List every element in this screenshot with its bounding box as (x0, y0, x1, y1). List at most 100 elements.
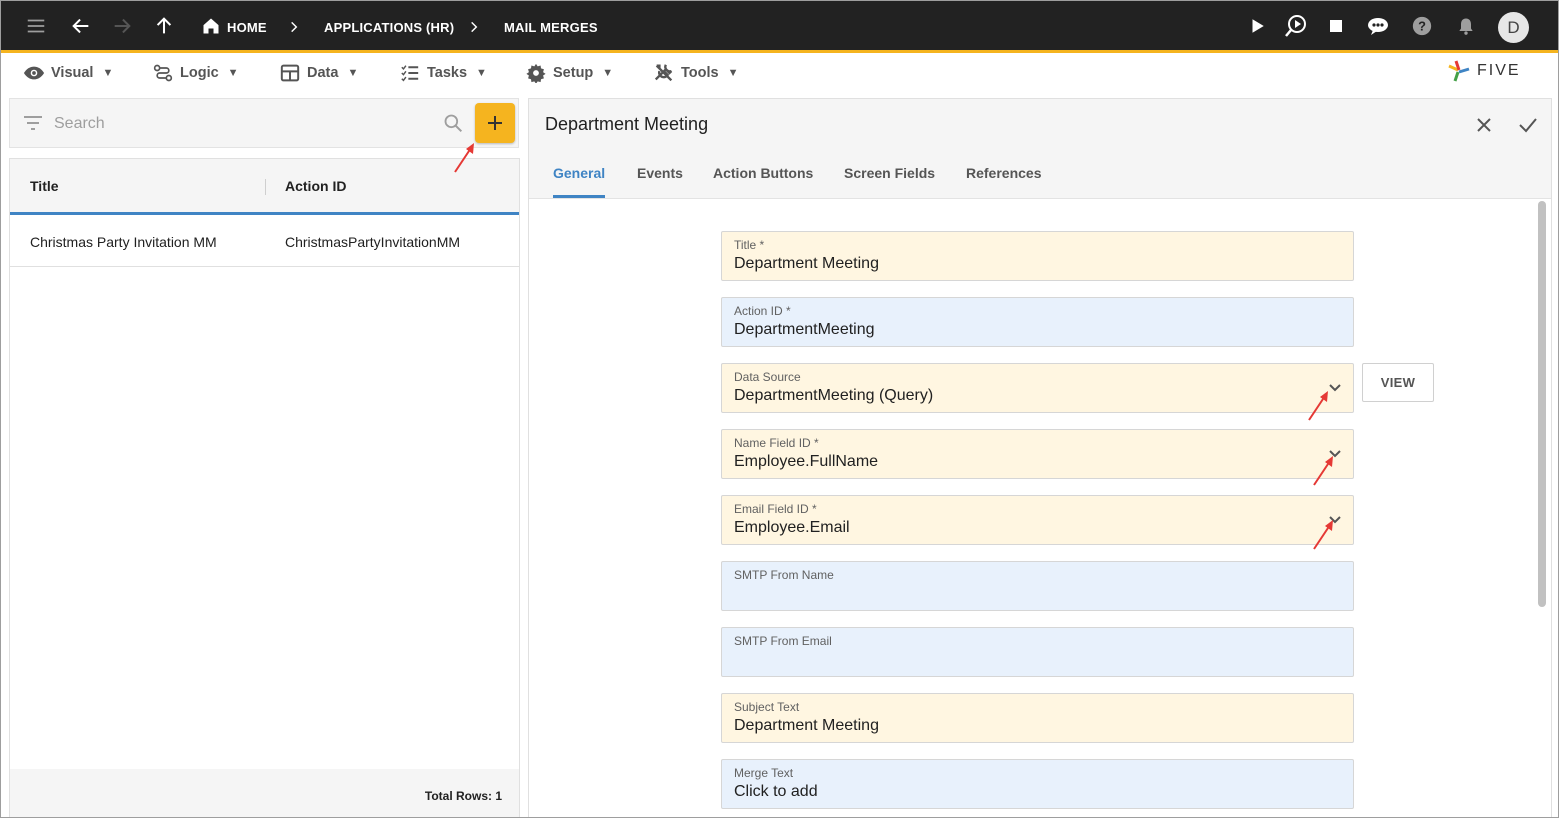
email-field-id-label: Email Field ID * (734, 502, 817, 516)
active-tab-indicator (553, 195, 605, 198)
close-icon[interactable] (1471, 112, 1497, 138)
search-icon[interactable] (443, 113, 463, 138)
play-icon[interactable] (1244, 13, 1270, 39)
name-field-id-select[interactable]: Name Field ID * Employee.FullName (721, 429, 1354, 479)
row-action-id: ChristmasPartyInvitationMM (285, 234, 461, 250)
records-list: Title Action ID Christmas Party Invitati… (9, 158, 520, 817)
data-source-value: DepartmentMeeting (Query) (734, 387, 934, 404)
five-logo-text: FIVE (1477, 62, 1521, 79)
forward-arrow-icon[interactable] (109, 13, 135, 39)
tab-screen-fields[interactable]: Screen Fields (844, 165, 935, 181)
form-scrollbar[interactable] (1538, 201, 1546, 607)
menu-tasks[interactable]: Tasks ▼ (399, 62, 487, 84)
menu-tools-label: Tools (681, 65, 719, 81)
menu-setup-label: Setup (553, 65, 594, 81)
hamburger-menu-icon[interactable] (23, 13, 49, 39)
save-check-icon[interactable] (1515, 112, 1541, 138)
menu-bar: Visual ▼ Logic ▼ Data ▼ Tasks ▼ Setup ▼ … (1, 56, 1558, 90)
menu-logic[interactable]: Logic ▼ (152, 62, 239, 84)
five-logo: FIVE (1447, 59, 1521, 83)
wrench-icon (653, 62, 675, 84)
merge-text-field[interactable]: Merge Text Click to add (721, 759, 1354, 809)
tab-references[interactable]: References (966, 165, 1042, 181)
back-arrow-icon[interactable] (68, 13, 94, 39)
annotation-arrow-icon (454, 143, 474, 173)
menu-logic-label: Logic (180, 65, 219, 81)
gear-icon (525, 62, 547, 84)
menu-data[interactable]: Data ▼ (279, 62, 358, 84)
user-avatar[interactable]: D (1498, 12, 1529, 43)
merge-text-value: Click to add (734, 783, 818, 800)
chat-bot-icon[interactable] (1365, 13, 1391, 39)
smtp-from-email-label: SMTP From Email (734, 634, 832, 648)
caret-down-icon: ▼ (102, 67, 114, 79)
caret-down-icon: ▼ (227, 67, 239, 79)
search-input[interactable] (54, 110, 434, 138)
list-footer: Total Rows: 1 (10, 769, 519, 817)
caret-down-icon: ▼ (347, 67, 359, 79)
form-title: Department Meeting (545, 114, 709, 134)
form-panel: Department Meeting General Events Action… (528, 98, 1552, 817)
smtp-from-email-field[interactable]: SMTP From Email (721, 627, 1354, 677)
help-icon[interactable]: ? (1409, 13, 1435, 39)
data-source-select[interactable]: Data Source DepartmentMeeting (Query) (721, 363, 1354, 413)
list-header: Title Action ID (10, 159, 519, 215)
total-rows: Total Rows: 1 (424, 789, 502, 803)
caret-down-icon: ▼ (602, 67, 614, 79)
eye-icon (23, 62, 45, 84)
tab-general[interactable]: General (553, 165, 605, 181)
plus-icon (488, 116, 502, 130)
column-divider (265, 179, 266, 195)
email-field-id-value: Employee.Email (734, 519, 850, 536)
search-play-icon[interactable] (1283, 13, 1309, 39)
table-row[interactable]: Christmas Party Invitation MM ChristmasP… (10, 218, 519, 267)
chevron-right-icon (464, 17, 484, 37)
svg-text:?: ? (1418, 19, 1426, 34)
annotation-arrow-icon (1313, 456, 1333, 486)
filter-icon[interactable] (23, 114, 43, 137)
view-data-source-button[interactable]: VIEW (1362, 363, 1434, 402)
subject-text-field[interactable]: Subject Text Department Meeting (721, 693, 1354, 743)
form-header: Department Meeting (529, 99, 1551, 149)
name-field-id-label: Name Field ID * (734, 436, 819, 450)
data-source-label: Data Source (734, 370, 801, 384)
subject-text-value: Department Meeting (734, 717, 879, 734)
tab-events[interactable]: Events (637, 165, 683, 181)
menu-data-label: Data (307, 65, 339, 81)
menu-visual[interactable]: Visual ▼ (23, 62, 113, 84)
top-bar: HOME APPLICATIONS (HR) MAIL MERGES ? D (1, 1, 1558, 53)
title-field[interactable]: Title * Department Meeting (721, 231, 1354, 281)
breadcrumb-mail-merges[interactable]: MAIL MERGES (504, 1, 598, 53)
caret-down-icon: ▼ (476, 67, 487, 79)
column-header-title[interactable]: Title (30, 178, 59, 194)
menu-tools[interactable]: Tools ▼ (653, 62, 738, 84)
stop-icon[interactable] (1323, 13, 1349, 39)
action-id-field-label: Action ID * (734, 304, 791, 318)
home-icon[interactable] (198, 13, 224, 39)
table-icon (279, 62, 301, 84)
merge-text-label: Merge Text (734, 766, 794, 780)
smtp-from-name-field[interactable]: SMTP From Name (721, 561, 1354, 611)
notification-bell-icon[interactable] (1453, 13, 1479, 39)
subject-text-label: Subject Text (734, 700, 800, 714)
name-field-id-value: Employee.FullName (734, 453, 879, 470)
column-header-action-id[interactable]: Action ID (285, 178, 346, 194)
menu-tasks-label: Tasks (427, 65, 468, 81)
action-id-field[interactable]: Action ID * DepartmentMeeting (721, 297, 1354, 347)
breadcrumb-home[interactable]: HOME (227, 1, 267, 53)
annotation-arrow-icon (1313, 520, 1333, 550)
email-field-id-select[interactable]: Email Field ID * Employee.Email (721, 495, 1354, 545)
row-title: Christmas Party Invitation MM (30, 234, 217, 250)
add-record-button[interactable] (475, 103, 515, 143)
form-tabs: General Events Action Buttons Screen Fie… (529, 149, 1551, 199)
title-field-label: Title * (734, 238, 765, 252)
title-field-value: Department Meeting (734, 255, 879, 272)
breadcrumb-applications[interactable]: APPLICATIONS (HR) (324, 1, 454, 53)
caret-down-icon: ▼ (727, 67, 739, 79)
menu-setup[interactable]: Setup ▼ (525, 62, 613, 84)
up-arrow-icon[interactable] (151, 13, 177, 39)
logic-flow-icon (152, 62, 174, 84)
tab-action-buttons[interactable]: Action Buttons (713, 165, 813, 181)
chevron-right-icon (284, 17, 304, 37)
five-logo-icon (1448, 60, 1470, 82)
